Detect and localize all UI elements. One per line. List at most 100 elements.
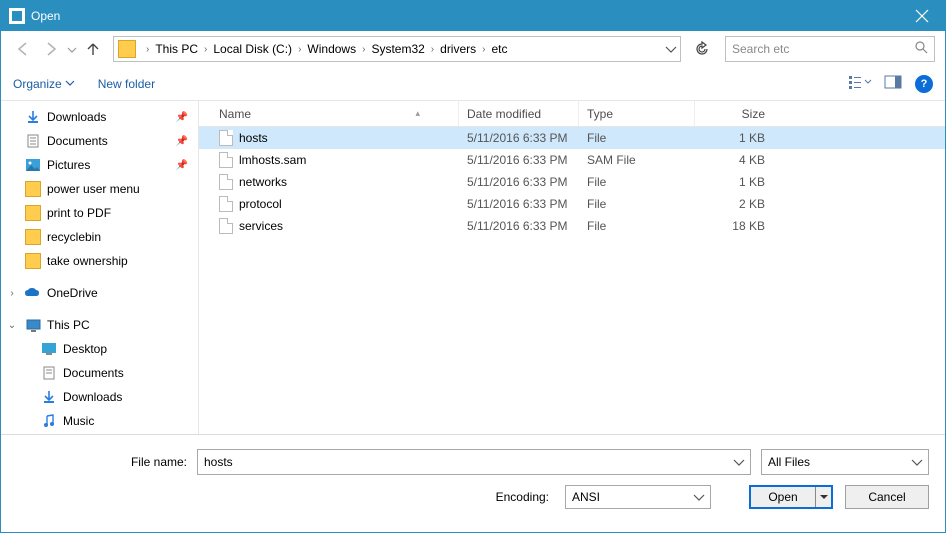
- collapse-icon[interactable]: ⌄: [7, 320, 17, 331]
- file-type: File: [579, 175, 695, 189]
- col-size[interactable]: Size: [695, 101, 785, 126]
- tree-desktop[interactable]: Desktop: [1, 337, 198, 361]
- history-dropdown[interactable]: [67, 42, 77, 56]
- file-size: 1 KB: [695, 175, 785, 189]
- cancel-button[interactable]: Cancel: [845, 485, 929, 509]
- chevron-down-icon: [912, 455, 922, 469]
- up-button[interactable]: [81, 37, 105, 61]
- chevron-down-icon: [666, 47, 676, 53]
- downloads-icon: [25, 109, 41, 125]
- preview-pane-button[interactable]: [885, 76, 901, 91]
- breadcrumb-etc[interactable]: etc: [492, 42, 508, 56]
- tree-downloads2[interactable]: Downloads: [1, 385, 198, 409]
- window-title: Open: [31, 9, 60, 23]
- tree-printtopdf[interactable]: print to PDF: [1, 201, 198, 225]
- view-icon: [849, 75, 871, 89]
- file-filter-combo[interactable]: All Files: [761, 449, 929, 475]
- breadcrumb-sep: ›: [146, 44, 149, 55]
- breadcrumb-system32[interactable]: System32: [371, 42, 424, 56]
- tree-downloads[interactable]: Downloads 📌: [1, 105, 198, 129]
- file-row[interactable]: networks5/11/2016 6:33 PMFile1 KB: [199, 171, 945, 193]
- open-split-dropdown[interactable]: [815, 487, 831, 507]
- sort-asc-icon: ▴: [415, 108, 420, 119]
- address-dropdown[interactable]: [666, 42, 676, 56]
- nav-tree[interactable]: Downloads 📌 Documents 📌 Pictures 📌 power…: [1, 101, 199, 434]
- folder-icon: [25, 229, 41, 245]
- file-name: lmhosts.sam: [239, 153, 306, 167]
- folder-icon: [25, 181, 41, 197]
- col-date[interactable]: Date modified: [459, 101, 579, 126]
- search-input[interactable]: Search etc: [725, 36, 935, 62]
- pictures-icon: [25, 157, 41, 173]
- file-name: networks: [239, 175, 287, 189]
- view-options-button[interactable]: [849, 75, 871, 92]
- pin-icon: 📌: [176, 112, 188, 123]
- encoding-combo[interactable]: ANSI: [565, 485, 711, 509]
- refresh-icon: [695, 42, 709, 56]
- arrow-up-icon: [85, 41, 101, 57]
- file-date: 5/11/2016 6:33 PM: [459, 131, 579, 145]
- close-icon: [916, 10, 928, 22]
- file-row[interactable]: lmhosts.sam5/11/2016 6:33 PMSAM File4 KB: [199, 149, 945, 171]
- file-name: services: [239, 219, 283, 233]
- thispc-icon: [25, 317, 41, 333]
- file-size: 2 KB: [695, 197, 785, 211]
- address-bar[interactable]: › This PC › Local Disk (C:) › Windows › …: [113, 36, 681, 62]
- organize-menu[interactable]: Organize: [13, 77, 74, 91]
- file-date: 5/11/2016 6:33 PM: [459, 197, 579, 211]
- filename-label: File name:: [17, 455, 197, 469]
- chevron-down-icon: [820, 495, 828, 500]
- filename-input[interactable]: hosts: [197, 449, 751, 475]
- file-size: 1 KB: [695, 131, 785, 145]
- tree-music[interactable]: Music: [1, 409, 198, 433]
- new-folder-button[interactable]: New folder: [98, 77, 155, 91]
- col-type[interactable]: Type: [579, 101, 695, 126]
- tree-pictures[interactable]: Pictures 📌: [1, 153, 198, 177]
- chevron-down-icon[interactable]: [734, 455, 744, 469]
- app-icon: [9, 8, 25, 24]
- file-size: 18 KB: [695, 219, 785, 233]
- refresh-button[interactable]: [689, 36, 715, 62]
- tree-pictures2[interactable]: Pictures: [1, 433, 198, 434]
- open-button[interactable]: Open: [749, 485, 833, 509]
- pin-icon: 📌: [176, 160, 188, 171]
- file-size: 4 KB: [695, 153, 785, 167]
- downloads-icon: [41, 389, 57, 405]
- col-name[interactable]: Name▴: [199, 101, 459, 126]
- search-placeholder: Search etc: [732, 42, 915, 56]
- onedrive-icon: [25, 285, 41, 301]
- chevron-down-icon: [66, 81, 74, 86]
- file-rows: hosts5/11/2016 6:33 PMFile1 KB lmhosts.sa…: [199, 127, 945, 434]
- file-row[interactable]: protocol5/11/2016 6:33 PMFile2 KB: [199, 193, 945, 215]
- music-icon: [41, 413, 57, 429]
- back-button[interactable]: [11, 37, 35, 61]
- tree-documents[interactable]: Documents 📌: [1, 129, 198, 153]
- tree-thispc[interactable]: ⌄ This PC: [1, 313, 198, 337]
- file-date: 5/11/2016 6:33 PM: [459, 153, 579, 167]
- tree-takeownership[interactable]: take ownership: [1, 249, 198, 273]
- file-row[interactable]: services5/11/2016 6:33 PMFile18 KB: [199, 215, 945, 237]
- expand-icon[interactable]: ›: [7, 288, 17, 299]
- forward-button[interactable]: [39, 37, 63, 61]
- tree-onedrive[interactable]: › OneDrive: [1, 281, 198, 305]
- arrow-right-icon: [43, 41, 59, 57]
- file-icon: [219, 218, 233, 234]
- breadcrumb-thispc[interactable]: This PC: [155, 42, 198, 56]
- file-icon: [219, 152, 233, 168]
- help-button[interactable]: ?: [915, 75, 933, 93]
- documents-icon: [25, 133, 41, 149]
- breadcrumb-c[interactable]: Local Disk (C:): [213, 42, 292, 56]
- main-area: Downloads 📌 Documents 📌 Pictures 📌 power…: [1, 101, 945, 434]
- nav-row: › This PC › Local Disk (C:) › Windows › …: [1, 31, 945, 67]
- file-row[interactable]: hosts5/11/2016 6:33 PMFile1 KB: [199, 127, 945, 149]
- file-name: protocol: [239, 197, 282, 211]
- file-icon: [219, 174, 233, 190]
- documents-icon: [41, 365, 57, 381]
- tree-powerusermenu[interactable]: power user menu: [1, 177, 198, 201]
- close-button[interactable]: [899, 1, 945, 31]
- tree-documents2[interactable]: Documents: [1, 361, 198, 385]
- tree-recyclebin[interactable]: recyclebin: [1, 225, 198, 249]
- breadcrumb-drivers[interactable]: drivers: [440, 42, 476, 56]
- column-headers[interactable]: Name▴ Date modified Type Size: [199, 101, 945, 127]
- breadcrumb-windows[interactable]: Windows: [307, 42, 356, 56]
